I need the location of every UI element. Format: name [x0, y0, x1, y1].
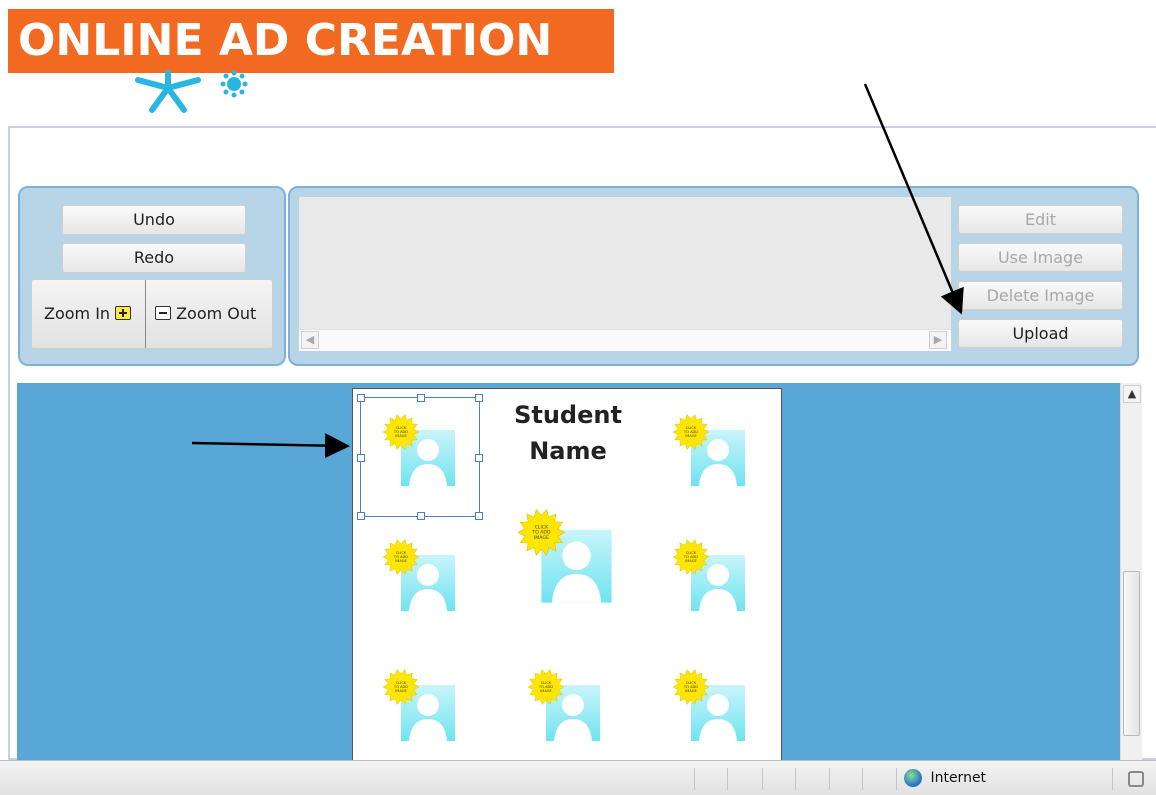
- annotation-arrows: [191, 83, 964, 459]
- status-bar: Internet: [0, 760, 1156, 795]
- globe-icon: [904, 769, 922, 787]
- security-zone: Internet: [904, 769, 986, 787]
- arrow-to-selection: [191, 433, 350, 459]
- security-zone-label: Internet: [930, 770, 987, 786]
- lock-icon: [1128, 771, 1144, 787]
- arrow-to-upload: [863, 83, 964, 315]
